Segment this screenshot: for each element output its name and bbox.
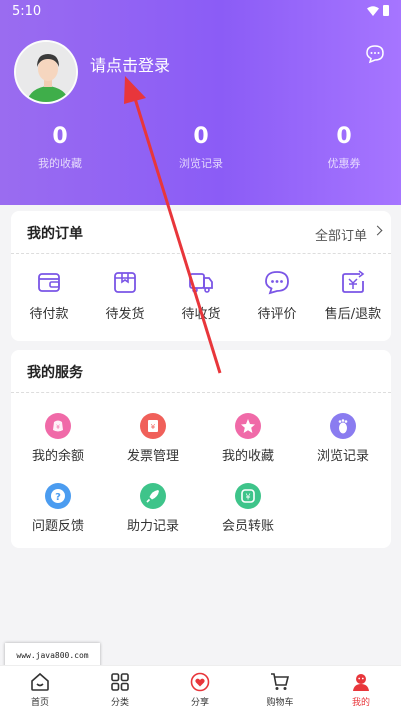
order-label: 待收货 [181,307,221,322]
wifi-icon [367,6,379,16]
service-label: 发票管理 [126,449,179,464]
svg-text:¥: ¥ [151,423,156,431]
package-icon [114,272,136,293]
stat-coupons[interactable]: 0 优惠券 [284,124,401,171]
all-orders-link[interactable]: 全部订单 [315,225,367,244]
stat-label: 浏览记录 [179,157,223,170]
service-feedback[interactable]: ? 问题反馈 [13,483,103,534]
tab-share[interactable]: 分享 [170,672,230,708]
service-label: 会员转账 [221,519,274,534]
rocket-icon [140,483,166,509]
service-boost[interactable]: 助力记录 [108,483,198,534]
battery-icon [383,5,389,16]
avatar[interactable] [14,40,78,104]
services-card-header: 我的服务 [11,350,391,393]
services-card: 我的服务 ¥ 我的余额 ¥ 发票管理 我的收藏 浏览记录 ? 问题反馈 助力记录… [11,350,391,548]
cart-icon [271,673,290,690]
tab-label: 我的 [351,698,370,708]
stat-label: 我的收藏 [38,157,82,170]
service-balance[interactable]: ¥ 我的余额 [13,413,103,464]
order-pending-payment[interactable]: 待付款 [11,269,87,322]
orders-card-header: 我的订单 全部订单 [11,211,391,254]
order-pending-receipt[interactable]: 待收货 [163,269,239,322]
services-title: 我的服务 [27,365,83,381]
question-icon: ? [45,483,71,509]
service-favorites[interactable]: 我的收藏 [203,413,293,464]
comment-icon [265,271,289,295]
order-pending-review[interactable]: 待评价 [239,269,315,322]
tab-home[interactable]: 首页 [10,672,70,708]
profile-header: 5:10 请点击登录 0 我的收藏 0 浏览记录 0 优惠券 [0,0,401,205]
order-label: 待发货 [105,307,145,322]
order-label: 待付款 [29,307,69,322]
svg-text:¥: ¥ [56,424,60,431]
status-time: 5:10 [12,4,42,19]
svg-text:¥: ¥ [245,493,250,502]
message-icon[interactable] [365,44,385,64]
stat-value: 0 [52,124,68,149]
order-label: 待评价 [257,307,297,322]
truck-icon [189,273,213,293]
service-label: 助力记录 [126,519,179,534]
stat-label: 优惠券 [327,157,361,170]
tab-mine[interactable]: 我的 [331,672,391,708]
balance-icon: ¥ [45,413,71,439]
service-label: 浏览记录 [316,449,369,464]
footprint-icon [330,413,356,439]
invoice-icon: ¥ [140,413,166,439]
stat-value: 0 [336,124,352,149]
order-pending-shipment[interactable]: 待发货 [87,269,163,322]
grid-icon [111,673,129,691]
service-transfer[interactable]: ¥ 会员转账 [203,483,293,534]
profile-icon [353,674,369,691]
login-prompt[interactable]: 请点击登录 [90,52,170,76]
tab-cart[interactable]: 购物车 [250,672,310,708]
home-icon [31,672,49,691]
service-label: 我的收藏 [221,449,274,464]
stat-value: 0 [193,124,209,149]
share-icon [190,672,210,692]
service-history[interactable]: 浏览记录 [298,413,388,464]
service-invoice[interactable]: ¥ 发票管理 [108,413,198,464]
star-icon [235,413,261,439]
tab-label: 分类 [110,698,129,708]
tab-label: 首页 [30,698,49,708]
transfer-icon: ¥ [235,483,261,509]
orders-card: 我的订单 全部订单 待付款 待发货 待收货 待评价 售后/退款 [11,211,391,341]
tab-label: 购物车 [266,698,294,708]
bottom-tab-bar: 首页 分类 分享 购物车 我的 [0,665,401,713]
tab-category[interactable]: 分类 [90,672,150,708]
order-after-sales[interactable]: 售后/退款 [315,269,391,322]
wallet-icon [38,273,60,292]
default-avatar-icon [16,42,76,102]
refund-icon [342,270,365,293]
service-label: 我的余额 [31,449,84,464]
tab-label: 分享 [190,698,209,708]
orders-title: 我的订单 [27,226,83,242]
chevron-right-icon [372,225,383,236]
stat-favorites[interactable]: 0 我的收藏 [0,124,120,171]
svg-text:?: ? [55,492,61,503]
stat-history[interactable]: 0 浏览记录 [141,124,261,171]
service-label: 问题反馈 [31,519,84,534]
order-label: 售后/退款 [324,307,382,322]
status-bar: 5:10 [0,0,401,24]
